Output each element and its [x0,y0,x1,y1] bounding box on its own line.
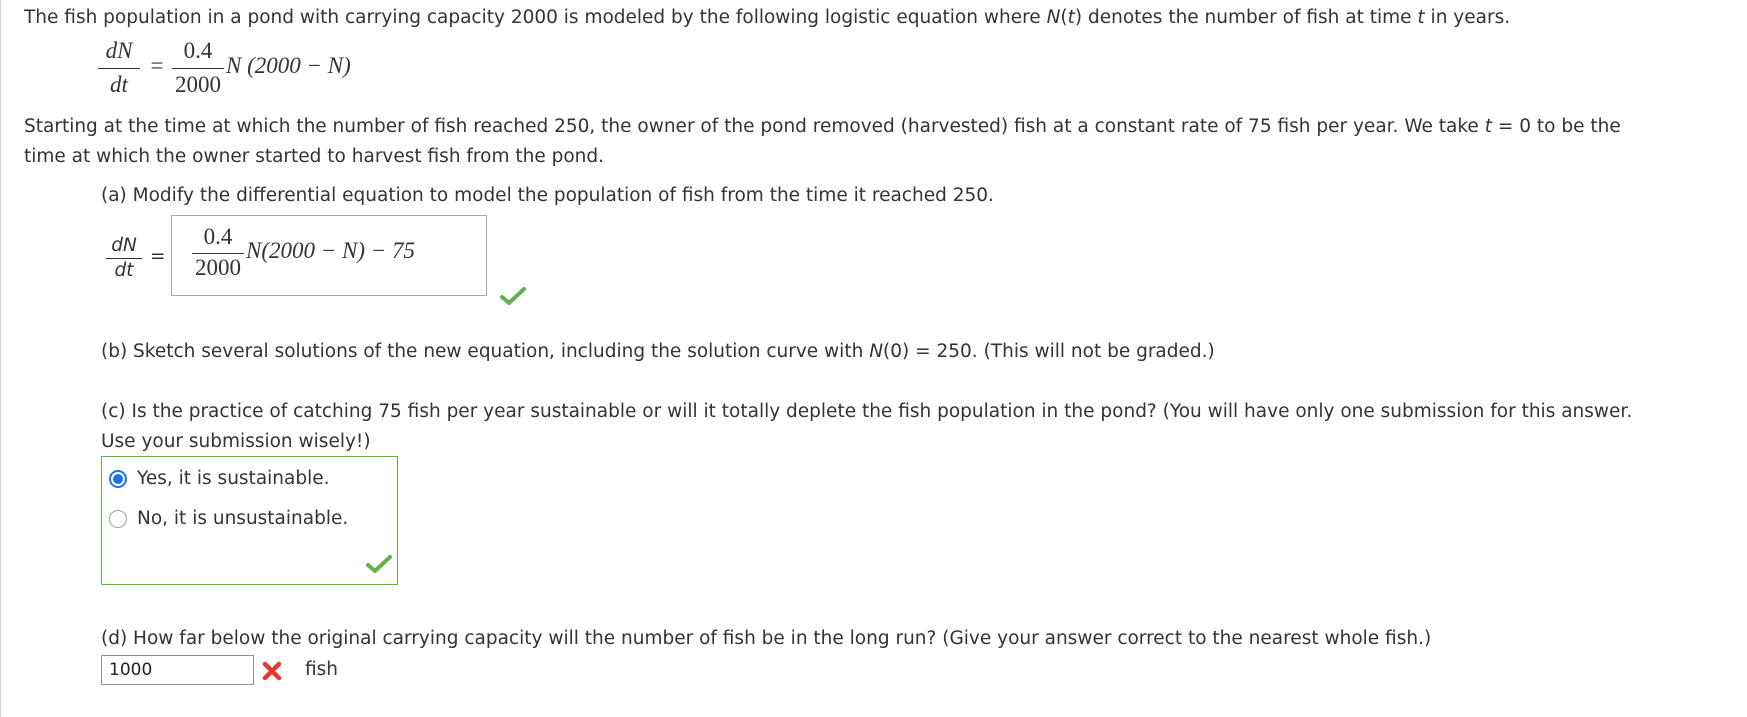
x-icon [261,660,283,682]
harvest-line-1: Starting at the time at which the number… [24,116,1621,138]
check-icon [366,554,392,574]
original-lhs-fraction-bar [98,68,140,69]
part-a-lhs-den-text: dt [114,260,134,281]
part-a-answer-fraction-bar [192,253,244,254]
part-c-prompt-line-2: Use your submission wisely!) [101,431,371,452]
harvest-text-after: = 0 to be the [1491,116,1621,137]
part-d-answer-input[interactable] [101,655,254,685]
part-c-radio-group: Yes, it is sustainable. No, it is unsust… [101,456,398,585]
part-b-prompt: (b) Sketch several solutions of the new … [101,341,1215,363]
option-yes[interactable]: Yes, it is sustainable. [106,465,392,493]
intro-N-symbol: N [1046,7,1061,28]
part-a-answer-numerator: 0.4 [203,224,233,249]
part-d-prompt: (d) How far below the original carrying … [101,628,1432,649]
part-d-unit: fish [305,659,339,680]
option-no[interactable]: No, it is unsustainable. [106,505,392,533]
intro-text-end: in years. [1424,7,1511,28]
left-border-rule [0,0,1,717]
original-rhs: N (2000 − N) [226,53,351,78]
original-equals: = [150,53,164,78]
intro-t-symbol: t [1067,7,1075,28]
part-a-lhs-denominator: dt [104,260,144,282]
original-coef-denominator: 2000 [175,72,221,97]
intro-text-middle: denotes the number of fish at time [1082,7,1418,28]
check-icon [500,286,526,306]
harvest-line-2: time at which the owner started to harve… [24,146,605,167]
intro-text-before: The fish population in a pond with carry… [24,7,1047,28]
part-a-lhs-num-text: dN [111,235,137,256]
harvest-text-before: Starting at the time at which the number… [24,116,1485,137]
original-lhs-denominator: dt [110,72,128,97]
part-a-answer-field[interactable]: 0.4 2000 N(2000 − N) − 75 [171,215,487,296]
part-a-lhs-fraction-bar [106,258,142,259]
part-b-N-symbol: N [869,341,884,362]
part-b-text-after: (0) = 250. (This will not be graded.) [883,341,1215,362]
harvest-t-symbol: t [1484,116,1492,137]
part-a-equals: = [150,246,166,267]
intro-t-symbol-2: t [1417,7,1425,28]
part-a-answer-rest: N(2000 − N) − 75 [246,238,416,263]
option-no-label: No, it is unsustainable. [137,508,349,529]
part-b-text-before: (b) Sketch several solutions of the new … [101,341,870,362]
part-a-answer-denominator: 2000 [195,255,241,280]
part-c-prompt-line-1: (c) Is the practice of catching 75 fish … [101,401,1633,422]
original-lhs-numerator: dN [105,38,133,63]
option-yes-label: Yes, it is sustainable. [137,468,330,489]
intro-text: The fish population in a pond with carry… [24,7,1510,29]
part-a-lhs-numerator: dN [104,235,144,257]
option-no-radio[interactable] [109,510,127,528]
intro-paren-open: ( [1060,7,1068,28]
original-coef-numerator: 0.4 [183,38,213,63]
option-yes-radio[interactable] [109,470,127,488]
part-a-prompt: (a) Modify the differential equation to … [101,185,994,206]
original-coef-fraction-bar [172,68,224,69]
